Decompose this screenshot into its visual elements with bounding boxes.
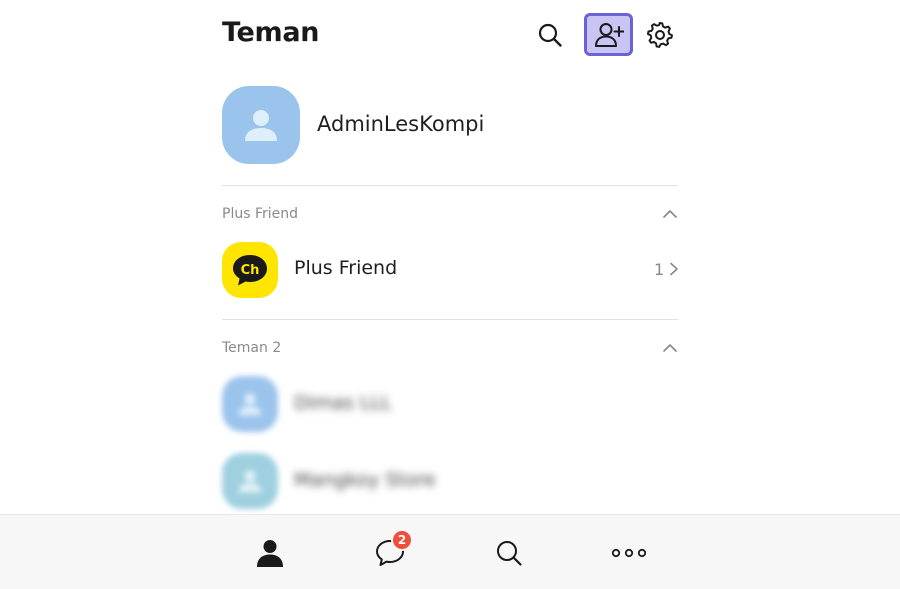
friend-list-item[interactable]: Dimas LLL bbox=[222, 376, 678, 432]
search-icon bbox=[538, 23, 562, 47]
my-profile-avatar[interactable] bbox=[222, 86, 300, 164]
friend-list-item[interactable]: Mangkoy Store bbox=[222, 453, 678, 509]
add-friend-button[interactable] bbox=[584, 13, 633, 56]
nav-friends-tab[interactable] bbox=[250, 535, 290, 571]
plus-friend-count: 1 bbox=[654, 260, 665, 279]
gear-icon bbox=[646, 21, 673, 48]
search-button[interactable] bbox=[528, 14, 572, 56]
section-label-plus-friend: Plus Friend bbox=[222, 206, 299, 222]
divider bbox=[222, 185, 678, 186]
search-icon bbox=[497, 541, 522, 566]
my-profile-name[interactable]: AdminLesKompi bbox=[317, 112, 484, 136]
friends-icon bbox=[257, 540, 283, 567]
friends-screen: Teman AdminLesKompi Plus Friend Ch Plus … bbox=[0, 0, 900, 589]
channel-logo-icon: Ch bbox=[233, 255, 267, 286]
friend-avatar bbox=[222, 376, 278, 432]
plus-friend-name[interactable]: Plus Friend bbox=[294, 257, 397, 279]
chat-unread-badge: 2 bbox=[391, 529, 413, 551]
section-label-friends: Teman 2 bbox=[222, 340, 281, 356]
bottom-nav bbox=[0, 514, 900, 589]
chevron-right-icon[interactable] bbox=[669, 262, 679, 276]
add-friend-icon bbox=[594, 22, 624, 47]
friend-name: Dimas LLL bbox=[294, 392, 392, 414]
chevron-up-icon[interactable] bbox=[662, 208, 678, 220]
divider bbox=[222, 319, 678, 320]
person-placeholder-icon bbox=[238, 470, 262, 493]
page-title: Teman bbox=[222, 17, 320, 48]
person-placeholder-icon bbox=[245, 110, 277, 141]
section-label-text: Teman bbox=[222, 340, 268, 356]
settings-button[interactable] bbox=[638, 14, 682, 56]
friend-avatar bbox=[222, 453, 278, 509]
more-icon bbox=[611, 548, 647, 558]
chevron-up-icon[interactable] bbox=[662, 342, 678, 354]
channel-logo-text: Ch bbox=[241, 263, 260, 278]
plus-friend-icon[interactable]: Ch bbox=[222, 242, 278, 298]
nav-search-tab[interactable] bbox=[489, 535, 529, 571]
person-placeholder-icon bbox=[238, 393, 262, 416]
nav-more-tab[interactable] bbox=[609, 535, 649, 571]
section-count: 2 bbox=[272, 340, 282, 356]
friend-name: Mangkoy Store bbox=[294, 469, 436, 491]
